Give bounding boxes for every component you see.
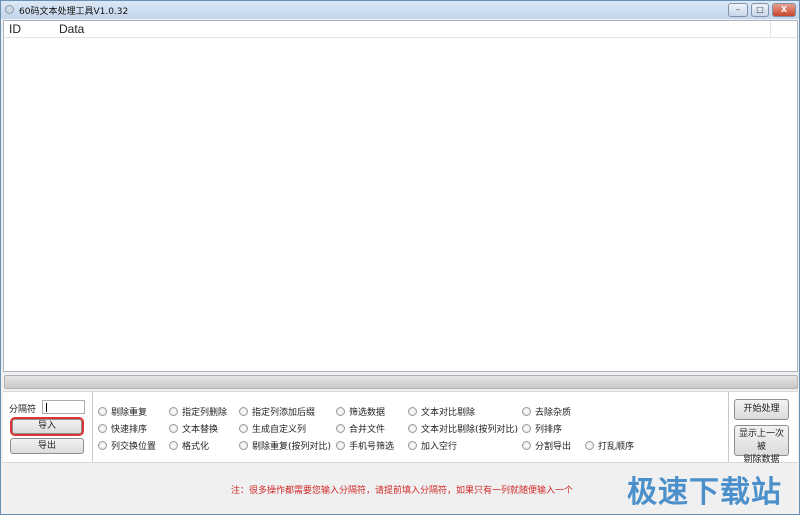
column-divider (770, 21, 771, 38)
option-radio[interactable]: 生成自定义列 (239, 422, 307, 435)
option-radio[interactable]: 剔除重复(按列对比) (239, 439, 332, 452)
minimize-button[interactable]: – (728, 3, 748, 17)
progress-bar (4, 375, 798, 389)
option-label: 指定列添加后缀 (252, 407, 316, 418)
option-radio[interactable]: 快速排序 (98, 422, 148, 435)
radio-circle-icon (336, 440, 345, 450)
separator-input[interactable] (42, 400, 85, 414)
radio-circle-icon (408, 423, 417, 433)
export-button[interactable]: 导出 (10, 438, 84, 454)
radio-circle-icon (98, 423, 107, 433)
option-radio[interactable]: 剔除重复 (98, 405, 148, 418)
option-label: 加入空行 (421, 441, 458, 452)
option-label: 文本对比剔除(按列对比) (421, 424, 519, 435)
option-label: 格式化 (182, 441, 210, 452)
option-radio[interactable]: 指定列添加后缀 (239, 405, 316, 418)
option-radio[interactable]: 打乱顺序 (585, 439, 635, 452)
option-label: 手机号筛选 (349, 441, 395, 452)
data-list[interactable]: ID Data (3, 20, 798, 372)
option-label: 剔除重复(按列对比) (252, 441, 332, 452)
divider (92, 392, 93, 462)
option-radio[interactable]: 加入空行 (408, 439, 458, 452)
radio-circle-icon (239, 423, 248, 433)
option-label: 打乱顺序 (598, 441, 635, 452)
radio-circle-icon (522, 406, 531, 416)
maximize-button[interactable]: □ (751, 3, 769, 17)
option-radio[interactable]: 去除杂质 (522, 405, 572, 418)
window-title: 60码文本处理工具V1.0.32 (19, 7, 129, 17)
column-header-id[interactable]: ID (9, 22, 21, 36)
option-radio[interactable]: 分割导出 (522, 439, 572, 452)
option-radio[interactable]: 指定列删除 (169, 405, 228, 418)
option-radio[interactable]: 文本对比剔除(按列对比) (408, 422, 519, 435)
radio-circle-icon (522, 440, 531, 450)
radio-circle-icon (522, 423, 531, 433)
option-radio[interactable]: 筛选数据 (336, 405, 386, 418)
option-label: 列排序 (535, 424, 563, 435)
title-bar: 60码文本处理工具V1.0.32 – □ X (1, 1, 799, 19)
option-label: 合并文件 (349, 424, 386, 435)
app-icon (5, 5, 14, 14)
column-header-data[interactable]: Data (59, 22, 84, 36)
radio-circle-icon (408, 440, 417, 450)
option-label: 文本对比剔除 (421, 407, 476, 418)
option-label: 去除杂质 (535, 407, 572, 418)
radio-circle-icon (98, 440, 107, 450)
radio-circle-icon (239, 406, 248, 416)
option-label: 指定列删除 (182, 407, 228, 418)
radio-circle-icon (239, 440, 248, 450)
option-radio[interactable]: 格式化 (169, 439, 210, 452)
button-label-line1: 显示上一次被 (738, 429, 784, 452)
radio-circle-icon (408, 406, 417, 416)
option-label: 生成自定义列 (252, 424, 307, 435)
button-label-line2: 剔除数据 (743, 455, 780, 465)
option-label: 筛选数据 (349, 407, 386, 418)
radio-circle-icon (169, 440, 178, 450)
radio-circle-icon (98, 406, 107, 416)
close-button[interactable]: X (772, 3, 796, 17)
note-text: 注：很多操作都需要您输入分隔符，请提前填入分隔符，如果只有一列就随便输入一个 (231, 486, 574, 496)
import-button[interactable]: 导入 (10, 417, 84, 436)
divider (728, 392, 729, 462)
list-header: ID Data (4, 21, 797, 38)
option-label: 剔除重复 (111, 407, 148, 418)
option-radio[interactable]: 文本替换 (169, 422, 219, 435)
option-label: 文本替换 (182, 424, 219, 435)
option-label: 分割导出 (535, 441, 572, 452)
option-radio[interactable]: 合并文件 (336, 422, 386, 435)
radio-circle-icon (336, 423, 345, 433)
radio-circle-icon (585, 440, 594, 450)
watermark-logo: 极速下载站 (627, 475, 782, 510)
option-radio[interactable]: 手机号筛选 (336, 439, 395, 452)
option-radio[interactable]: 列排序 (522, 422, 563, 435)
app-window: 60码文本处理工具V1.0.32 – □ X ID Data 分隔符 导入 导出… (0, 0, 800, 515)
option-label: 列交换位置 (111, 441, 157, 452)
separator-label: 分隔符 (9, 405, 37, 415)
option-radio[interactable]: 列交换位置 (98, 439, 157, 452)
show-removed-data-button[interactable]: 显示上一次被 剔除数据 (734, 425, 789, 465)
radio-circle-icon (336, 406, 345, 416)
radio-circle-icon (169, 406, 178, 416)
option-radio[interactable]: 文本对比剔除 (408, 405, 476, 418)
start-processing-button[interactable]: 开始处理 (734, 399, 789, 420)
option-label: 快速排序 (111, 424, 148, 435)
radio-circle-icon (169, 423, 178, 433)
